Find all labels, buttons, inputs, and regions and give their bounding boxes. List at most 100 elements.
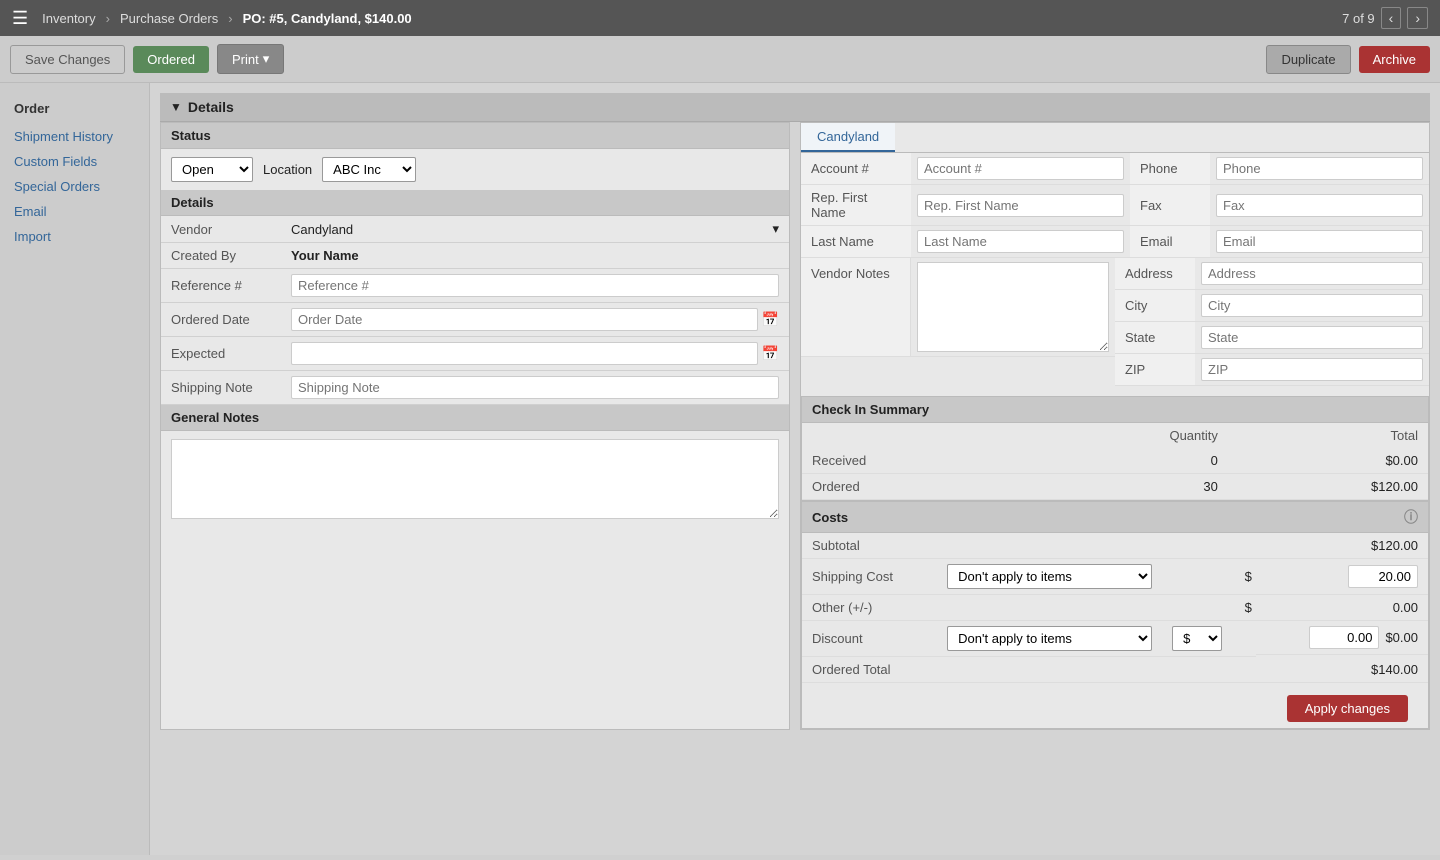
fax-input[interactable] [1216,194,1423,217]
location-select[interactable]: ABC Inc Location 2 [322,157,416,182]
zip-cell [1195,354,1429,386]
reference-row: Reference # [161,269,789,303]
expected-calendar-icon[interactable]: 📅 [762,345,779,362]
vendor-notes-textarea[interactable] [917,262,1109,352]
nav-pagination: 7 of 9 ‹ › [1342,7,1428,29]
nav-inventory[interactable]: Inventory [42,11,95,26]
general-notes-area [161,431,789,530]
summary-col-empty [802,423,1024,448]
apply-changes-button[interactable]: Apply changes [1287,695,1408,722]
expected-cell: 2024-02-02 📅 [281,337,789,371]
address-label: Address [1115,258,1195,290]
vendor-notes-grid: Vendor Notes [801,258,1115,357]
last-name-label: Last Name [801,226,911,258]
rep-first-input[interactable] [917,194,1124,217]
shipping-note-label: Shipping Note [161,371,281,405]
other-label: Other (+/-) [802,595,937,621]
shipping-value-input[interactable] [1348,565,1418,588]
created-by-value: Your Name [281,243,789,269]
subtotal-empty [937,533,1162,559]
nav-purchase-orders[interactable]: Purchase Orders [120,11,218,26]
details-sub-header: Details [161,190,789,216]
expected-row: Expected 2024-02-02 📅 [161,337,789,371]
city-cell [1195,290,1429,322]
hamburger-icon[interactable]: ☰ [12,8,28,29]
shipping-cost-label: Shipping Cost [802,559,937,595]
general-notes-textarea[interactable] [171,439,779,519]
vendor-label: Vendor [161,216,281,243]
general-notes-header: General Notes [161,405,789,431]
email-input[interactable] [1216,230,1423,253]
ordered-button[interactable]: Ordered [133,46,209,73]
zip-input[interactable] [1201,358,1423,381]
subtotal-empty2 [1162,533,1256,559]
discount-label: Discount [802,621,937,657]
ordered-total-row: Ordered Total $140.00 [802,657,1428,683]
costs-label: Costs [812,510,848,525]
shipping-dollar-cell: $ [1162,559,1256,595]
expected-label: Expected [161,337,281,371]
vendor-notes-section: Vendor Notes [801,258,1115,386]
other-empty [937,595,1162,621]
prev-button[interactable]: ‹ [1381,7,1402,29]
shipping-value-cell [1256,559,1428,595]
vendor-tab-candyland[interactable]: Candyland [801,123,895,152]
right-content: Candyland Account # Phone Rep. First Nam… [801,123,1429,729]
phone-label: Phone [1130,153,1210,185]
ordered-date-label: Ordered Date [161,303,281,337]
ordered-qty: 30 [1024,474,1228,500]
account-input[interactable] [917,157,1124,180]
section-toggle-icon[interactable]: ▼ [170,100,182,114]
status-select[interactable]: Open Closed Pending [171,157,253,182]
right-panel: Candyland Account # Phone Rep. First Nam… [800,122,1430,730]
toolbar: Save Changes Ordered Print ▾ Duplicate A… [0,36,1440,83]
costs-info-icon[interactable]: ⓘ [1404,507,1418,527]
expected-input[interactable]: 2024-02-02 [291,342,758,365]
last-name-input[interactable] [917,230,1124,253]
details-section-header: ▼ Details [160,93,1430,122]
city-label: City [1115,290,1195,322]
address-input[interactable] [1201,262,1423,285]
state-label: State [1115,322,1195,354]
ordered-date-row: Ordered Date 📅 [161,303,789,337]
next-button[interactable]: › [1407,7,1428,29]
shipping-note-input[interactable] [291,376,779,399]
left-panel: Status Open Closed Pending Location ABC … [160,122,790,730]
reference-input[interactable] [291,274,779,297]
sidebar-item-custom-fields[interactable]: Custom Fields [0,149,149,174]
discount-symbol-select[interactable]: $ % [1172,626,1222,651]
content-area: ▼ Details Status Open Closed Pending Loc… [150,83,1440,855]
ordered-date-input[interactable] [291,308,758,331]
vendor-notes-cell [911,258,1115,357]
sidebar-item-import[interactable]: Import [0,224,149,249]
vendor-dropdown-icon[interactable]: ▾ [772,221,779,237]
phone-input[interactable] [1216,157,1423,180]
created-by-label: Created By [161,243,281,269]
state-input[interactable] [1201,326,1423,349]
costs-section: Costs ⓘ Subtotal $120.00 Shipping [801,501,1429,729]
sidebar-item-email[interactable]: Email [0,199,149,224]
costs-header: Costs ⓘ [802,502,1428,533]
sidebar-item-special-orders[interactable]: Special Orders [0,174,149,199]
ordered-total-empty [937,657,1162,683]
zip-label: ZIP [1115,354,1195,386]
ordered-date-cell: 📅 [281,303,789,337]
sidebar-item-shipment-history[interactable]: Shipment History [0,124,149,149]
discount-select[interactable]: Don't apply to items Apply to items [947,626,1152,651]
fax-cell [1210,185,1429,226]
save-button[interactable]: Save Changes [10,45,125,74]
discount-row: Discount Don't apply to items Apply to i… [802,621,1428,657]
calendar-icon[interactable]: 📅 [762,311,779,328]
summary-table: Quantity Total Received 0 $0.00 [802,423,1428,500]
pagination-label: 7 of 9 [1342,11,1375,26]
discount-value-input[interactable] [1309,626,1379,649]
shipping-note-row: Shipping Note [161,371,789,405]
city-input[interactable] [1201,294,1423,317]
archive-button[interactable]: Archive [1359,46,1430,73]
shipping-cost-select[interactable]: Don't apply to items Apply to items [947,564,1152,589]
fax-label: Fax [1130,185,1210,226]
rep-first-cell [911,185,1130,226]
print-button[interactable]: Print ▾ [217,44,284,74]
duplicate-button[interactable]: Duplicate [1266,45,1350,74]
shipping-cost-row: Shipping Cost Don't apply to items Apply… [802,559,1428,595]
